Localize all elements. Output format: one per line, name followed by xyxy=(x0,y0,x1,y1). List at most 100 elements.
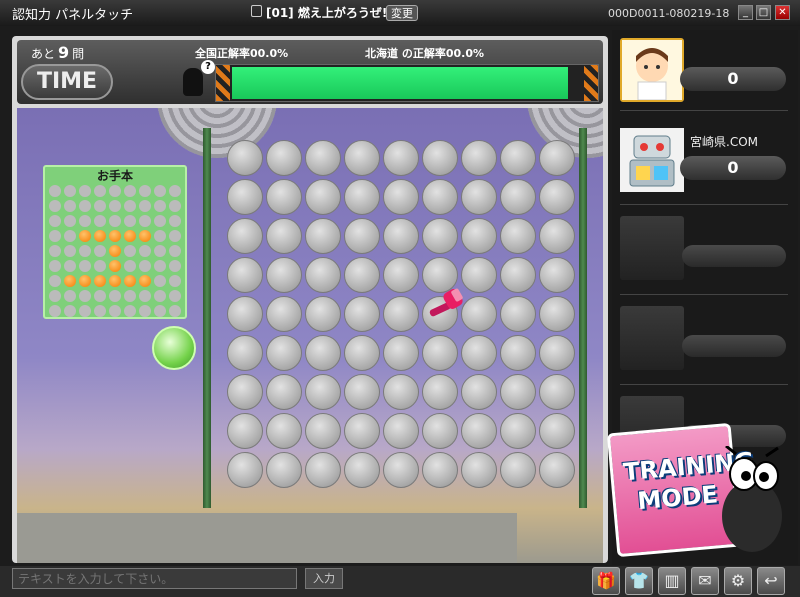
close-button[interactable]: ✕ xyxy=(775,5,790,20)
board-panel[interactable] xyxy=(461,140,497,176)
board-panel[interactable] xyxy=(305,140,341,176)
board-panel[interactable] xyxy=(383,296,419,332)
board-panel[interactable] xyxy=(344,335,380,371)
model-cell xyxy=(139,290,151,302)
board-panel[interactable] xyxy=(266,257,302,293)
board-panel[interactable] xyxy=(539,218,575,254)
board-panel[interactable] xyxy=(500,296,536,332)
board-panel[interactable] xyxy=(539,140,575,176)
board-panel[interactable] xyxy=(227,452,263,488)
board-panel[interactable] xyxy=(422,374,458,410)
board-panel[interactable] xyxy=(344,257,380,293)
board-panel[interactable] xyxy=(305,452,341,488)
board-panel[interactable] xyxy=(422,335,458,371)
board-panel[interactable] xyxy=(266,296,302,332)
board-panel[interactable] xyxy=(500,335,536,371)
board-panel[interactable] xyxy=(344,296,380,332)
board-panel[interactable] xyxy=(500,218,536,254)
board-panel[interactable] xyxy=(539,179,575,215)
board-panel[interactable] xyxy=(344,140,380,176)
board-panel[interactable] xyxy=(383,140,419,176)
model-cell xyxy=(94,305,106,317)
board-panel[interactable] xyxy=(266,374,302,410)
board-panel[interactable] xyxy=(227,257,263,293)
board-panel[interactable] xyxy=(305,218,341,254)
board-panel[interactable] xyxy=(500,452,536,488)
model-cell xyxy=(124,275,136,287)
board-panel[interactable] xyxy=(266,335,302,371)
board-panel[interactable] xyxy=(227,140,263,176)
board-panel[interactable] xyxy=(305,257,341,293)
board-panel[interactable] xyxy=(383,257,419,293)
board-panel[interactable] xyxy=(461,374,497,410)
board-panel[interactable] xyxy=(422,218,458,254)
board-panel[interactable] xyxy=(539,257,575,293)
microphone-icon[interactable] xyxy=(183,68,203,96)
board-panel[interactable] xyxy=(344,179,380,215)
board-panel[interactable] xyxy=(383,179,419,215)
model-cell xyxy=(124,305,136,317)
minimize-button[interactable]: _ xyxy=(738,5,753,20)
board-panel[interactable] xyxy=(461,413,497,449)
board-panel[interactable] xyxy=(227,218,263,254)
board-panel[interactable] xyxy=(539,296,575,332)
board-panel[interactable] xyxy=(344,413,380,449)
model-cell xyxy=(94,215,106,227)
mail-icon[interactable]: ✉ xyxy=(691,567,719,595)
gear-icon[interactable]: ⚙ xyxy=(724,567,752,595)
board-panel[interactable] xyxy=(227,179,263,215)
board-panel[interactable] xyxy=(539,452,575,488)
board-panel[interactable] xyxy=(461,179,497,215)
play-field: お手本 xyxy=(17,108,603,563)
model-cell xyxy=(139,230,151,242)
building-icon[interactable]: ▥ xyxy=(658,567,686,595)
board-panel[interactable] xyxy=(461,335,497,371)
board-panel[interactable] xyxy=(383,218,419,254)
board-panel[interactable] xyxy=(539,335,575,371)
board-panel[interactable] xyxy=(500,257,536,293)
empty-player-slot-4 xyxy=(620,306,684,370)
board-panel[interactable] xyxy=(344,452,380,488)
board-panel[interactable] xyxy=(383,452,419,488)
board-panel[interactable] xyxy=(305,413,341,449)
board-panel[interactable] xyxy=(500,374,536,410)
board-panel[interactable] xyxy=(305,335,341,371)
chat-input[interactable] xyxy=(12,568,297,589)
board-panel[interactable] xyxy=(227,296,263,332)
board-panel[interactable] xyxy=(383,413,419,449)
board-panel[interactable] xyxy=(383,335,419,371)
board-panel[interactable] xyxy=(422,452,458,488)
shirt-icon[interactable]: 👕 xyxy=(625,567,653,595)
back-icon[interactable]: ↩ xyxy=(757,567,785,595)
board-panel[interactable] xyxy=(305,296,341,332)
board-panel[interactable] xyxy=(305,179,341,215)
board-panel[interactable] xyxy=(344,218,380,254)
board-panel[interactable] xyxy=(227,374,263,410)
divider xyxy=(620,204,788,205)
help-icon[interactable]: ? xyxy=(201,60,215,74)
board-panel[interactable] xyxy=(461,452,497,488)
board-panel[interactable] xyxy=(539,413,575,449)
board-panel[interactable] xyxy=(305,374,341,410)
change-room-button[interactable]: 変更 xyxy=(386,5,418,21)
board-panel[interactable] xyxy=(227,335,263,371)
board-panel[interactable] xyxy=(227,413,263,449)
board-panel[interactable] xyxy=(266,452,302,488)
board-panel[interactable] xyxy=(461,218,497,254)
board-panel[interactable] xyxy=(266,218,302,254)
board-panel[interactable] xyxy=(383,374,419,410)
gift-icon[interactable]: 🎁 xyxy=(592,567,620,595)
board-panel[interactable] xyxy=(539,374,575,410)
send-button[interactable]: 入力 xyxy=(305,568,343,589)
board-panel[interactable] xyxy=(500,179,536,215)
board-panel[interactable] xyxy=(266,413,302,449)
board-panel[interactable] xyxy=(266,179,302,215)
board-panel[interactable] xyxy=(422,179,458,215)
board-panel[interactable] xyxy=(422,413,458,449)
board-panel[interactable] xyxy=(266,140,302,176)
board-panel[interactable] xyxy=(344,374,380,410)
board-panel[interactable] xyxy=(500,140,536,176)
board-panel[interactable] xyxy=(500,413,536,449)
maximize-button[interactable]: □ xyxy=(756,5,771,20)
board-panel[interactable] xyxy=(422,140,458,176)
